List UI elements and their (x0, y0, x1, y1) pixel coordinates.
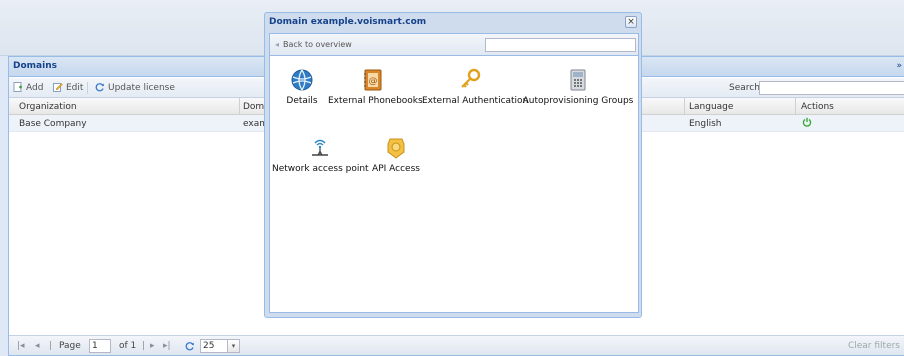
next-page-icon[interactable]: ▸ (150, 341, 155, 351)
column-header-actions[interactable]: Actions (801, 102, 834, 112)
update-license-button[interactable]: Update license (95, 82, 175, 93)
badge-icon (387, 138, 405, 159)
api-access-item[interactable]: API Access (372, 136, 420, 174)
refresh-icon[interactable] (185, 341, 195, 351)
column-header-organization[interactable]: Organization (19, 102, 77, 112)
window-title: Domain example.voismart.com (269, 17, 427, 27)
power-icon[interactable] (802, 117, 812, 127)
phone-device-icon (570, 69, 586, 91)
page-size-select[interactable]: 25 (200, 339, 228, 353)
page-label: Page (59, 341, 81, 351)
cell-organization: Base Company (19, 119, 87, 129)
external-authentication-item[interactable]: External Authentication (422, 68, 528, 106)
collapse-icon[interactable]: » (896, 61, 902, 71)
search-input[interactable] (759, 81, 904, 95)
key-icon (461, 68, 481, 88)
external-phonebooks-item[interactable]: @ External Phonebooks (328, 68, 423, 106)
network-access-point-item[interactable]: Network access point (272, 136, 369, 174)
first-page-icon[interactable]: |◂ (17, 341, 25, 351)
clear-filters-button[interactable]: Clear filters (848, 341, 900, 351)
column-header-language[interactable]: Language (689, 102, 733, 112)
cell-language: English (689, 119, 722, 129)
prev-page-icon[interactable]: ◂ (35, 341, 40, 351)
address-book-icon: @ (364, 69, 382, 91)
page-count-label: of 1 (119, 341, 137, 351)
chevron-down-icon[interactable]: ▾ (228, 339, 240, 353)
column-divider (239, 98, 240, 115)
pagination-bar: |◂ ◂ | Page 1 of 1 | ▸ ▸| 25 ▾ Clear fil… (9, 335, 904, 355)
search-label: Search (729, 83, 760, 93)
autoprovisioning-groups-item[interactable]: Autoprovisioning Groups (522, 68, 634, 106)
details-item[interactable]: Details (280, 68, 324, 106)
refresh-icon (95, 83, 104, 92)
back-to-overview-button[interactable]: ◂ Back to overview (275, 40, 352, 49)
add-document-icon (13, 82, 22, 92)
back-arrow-icon: ◂ (275, 40, 280, 49)
window-search-input[interactable] (485, 38, 636, 52)
column-divider (684, 98, 685, 115)
wifi-antenna-icon (312, 139, 328, 156)
last-page-icon[interactable]: ▸| (163, 341, 171, 351)
edit-icon (53, 83, 63, 92)
page-number-input[interactable]: 1 (89, 339, 111, 353)
add-button[interactable]: Add (13, 82, 43, 93)
globe-icon (291, 69, 313, 91)
panel-title: Domains (13, 61, 57, 71)
toolbar-separator: | (49, 341, 53, 351)
column-divider (795, 98, 796, 115)
window-body: Details @ External Phonebooks External A… (269, 55, 639, 313)
edit-button[interactable]: Edit (53, 82, 83, 93)
svg-text:@: @ (369, 77, 378, 87)
toolbar-separator: | (142, 341, 146, 351)
window-toolbar: ◂ Back to overview (269, 33, 639, 55)
toolbar-separator (87, 82, 88, 94)
close-icon[interactable]: × (625, 16, 637, 28)
domain-window: Domain example.voismart.com × ◂ Back to o… (264, 12, 642, 318)
